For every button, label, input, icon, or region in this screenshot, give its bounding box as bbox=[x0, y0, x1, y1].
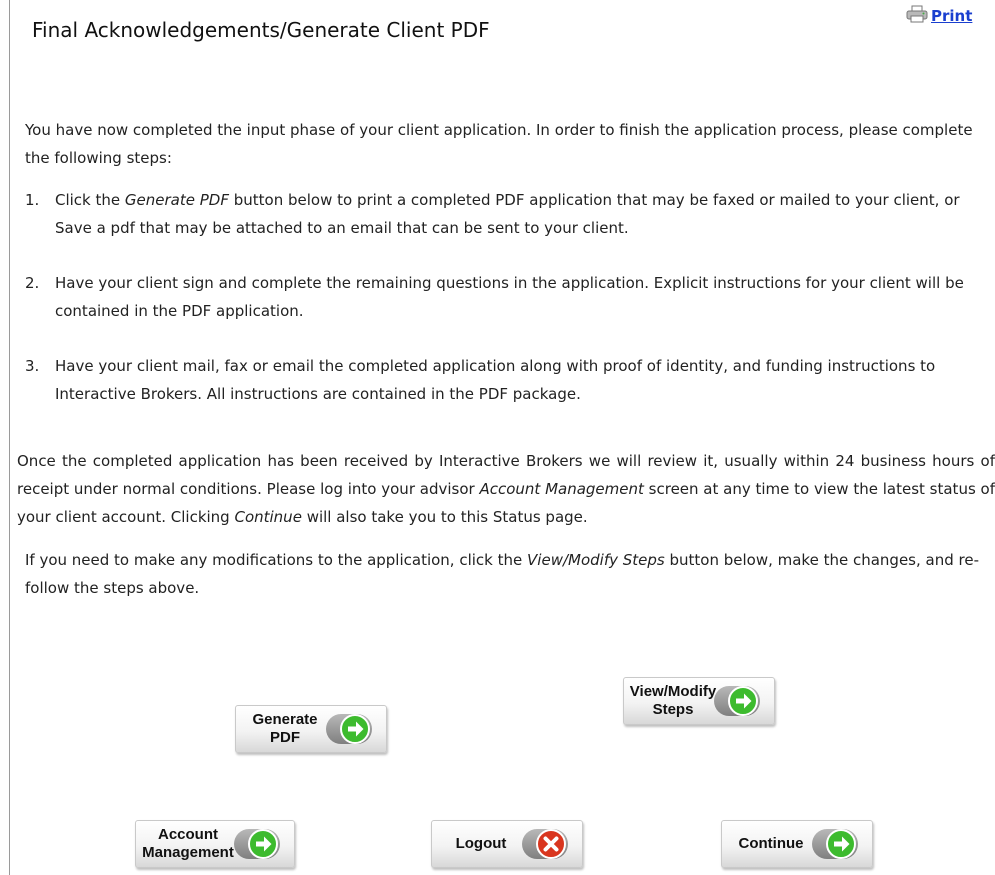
toggle-knob bbox=[522, 829, 568, 859]
page-title: Final Acknowledgements/Generate Client P… bbox=[32, 18, 490, 42]
left-border bbox=[9, 0, 10, 875]
print-link[interactable]: Print bbox=[906, 5, 972, 27]
view-modify-label: View/Modify Steps bbox=[629, 683, 717, 718]
step-emphasis: Generate PDF bbox=[124, 191, 229, 209]
steps-list: 1. Click the Generate PDF button below t… bbox=[25, 186, 965, 408]
logout-label: Logout bbox=[455, 835, 507, 852]
step-number: 1. bbox=[25, 191, 40, 209]
green-arrow-icon bbox=[728, 686, 758, 716]
step-number: 3. bbox=[25, 357, 40, 375]
print-link-label: Print bbox=[931, 7, 973, 25]
generate-pdf-label: Generate PDF bbox=[252, 711, 318, 746]
toggle-knob bbox=[234, 829, 280, 859]
green-arrow-icon bbox=[248, 829, 278, 859]
view-modify-steps-button[interactable]: View/Modify Steps bbox=[623, 677, 775, 725]
red-x-icon bbox=[536, 829, 566, 859]
modify-text: If you need to make any modifications to… bbox=[25, 551, 979, 597]
toggle-knob bbox=[714, 686, 760, 716]
toggle-knob bbox=[812, 829, 858, 859]
step-text: Have your client mail, fax or email the … bbox=[55, 357, 936, 403]
continue-label: Continue bbox=[738, 835, 804, 852]
step-text: Have your client sign and complete the r… bbox=[55, 274, 964, 320]
step-text: Click the Generate PDF button below to p… bbox=[55, 191, 960, 237]
logout-button[interactable]: Logout bbox=[431, 820, 583, 868]
intro-text: You have now completed the input phase o… bbox=[25, 121, 973, 167]
green-arrow-icon bbox=[826, 829, 856, 859]
continue-button[interactable]: Continue bbox=[721, 820, 873, 868]
generate-pdf-button[interactable]: Generate PDF bbox=[235, 705, 387, 753]
green-arrow-icon bbox=[340, 714, 370, 744]
account-management-button[interactable]: Account Management bbox=[135, 820, 295, 868]
step-item: 2. Have your client sign and complete th… bbox=[25, 269, 965, 325]
step-item: 1. Click the Generate PDF button below t… bbox=[25, 186, 965, 242]
printer-icon bbox=[906, 5, 928, 27]
account-management-label: Account Management bbox=[142, 826, 234, 861]
step-number: 2. bbox=[25, 274, 40, 292]
step-item: 3. Have your client mail, fax or email t… bbox=[25, 352, 965, 408]
review-text: Once the completed application has been … bbox=[17, 452, 995, 526]
toggle-knob bbox=[326, 714, 372, 744]
